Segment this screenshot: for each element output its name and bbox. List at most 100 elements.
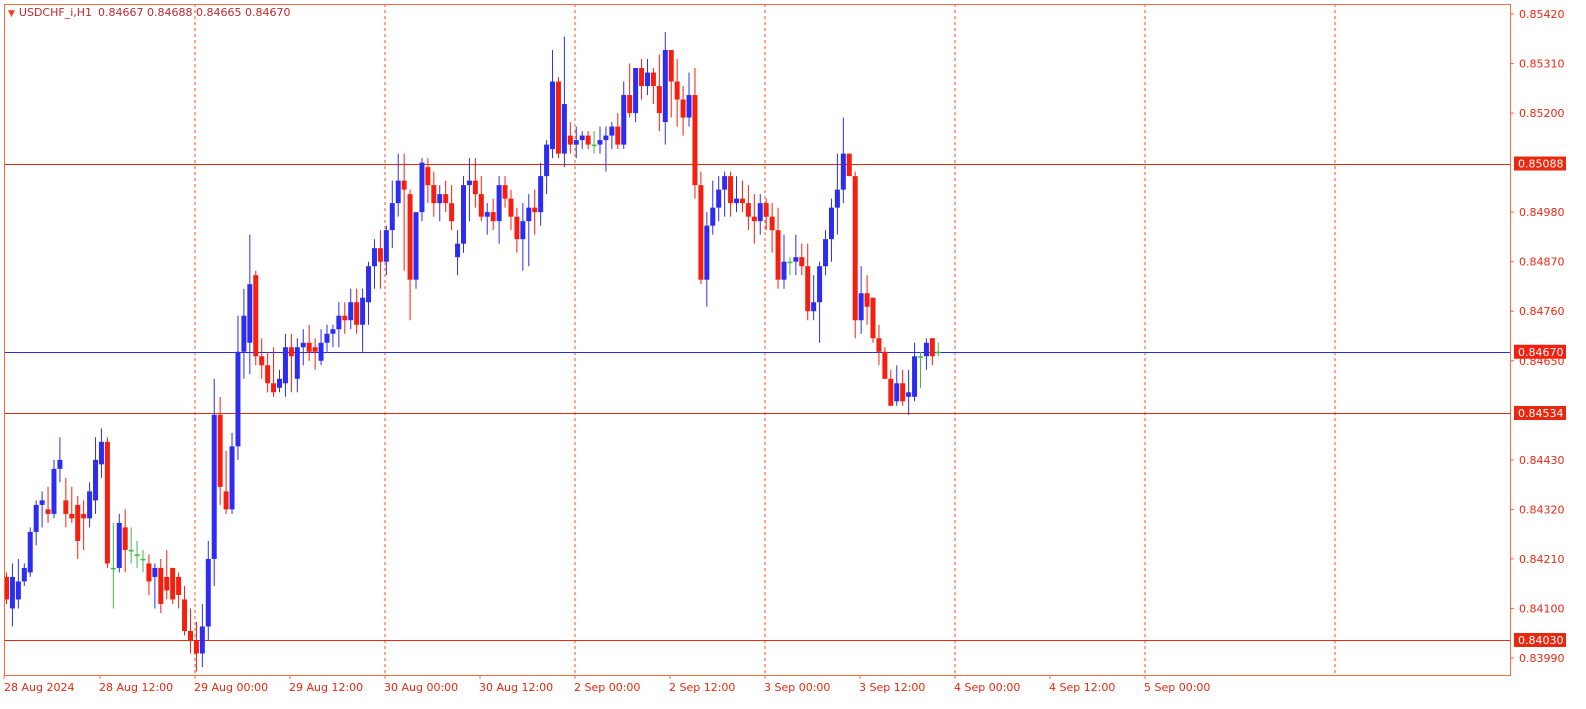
candle-body [520,221,526,240]
candle-body [205,558,211,627]
candle-body [633,68,639,114]
candle-body [146,563,152,582]
candle-body [793,257,799,262]
candle-body [834,189,840,208]
candle-body [98,441,104,465]
candle-body [864,293,870,307]
candle-body [282,347,288,384]
dropdown-triangle-icon[interactable]: ▼ [8,9,15,19]
candle-body [769,216,775,231]
time-tick-label: 29 Aug 12:00 [289,681,363,694]
candle-body [722,176,728,190]
candle-body [888,378,894,406]
candle-body [271,383,277,393]
candle-body [668,50,674,82]
candle-body [128,549,134,552]
candle-body [502,185,508,199]
candle-body [828,207,834,240]
candle-body [259,356,265,366]
candle-body [57,459,63,469]
candle-body [929,338,935,357]
candle-body [437,194,443,204]
candle-body [579,135,585,141]
candle-body [425,167,431,186]
time-tick-label: 5 Sep 00:00 [1144,681,1210,694]
candle-body [122,527,128,550]
candle-body [573,140,579,145]
candle-body [775,230,781,280]
candle-body [288,347,294,357]
candle-body [134,554,140,556]
level-price-label: 0.85088 [1518,158,1564,171]
candle-body [656,86,662,114]
price-tick-label: 0.83990 [1519,652,1565,665]
time-tick-label: 4 Sep 12:00 [1049,681,1115,694]
candle-body [449,203,455,222]
candle-body [265,365,271,384]
candle [419,158,425,222]
candle-body [787,261,793,264]
candle-body [555,81,561,154]
candle-body [75,504,81,541]
candle-body [567,135,573,145]
price-tick-label: 0.85420 [1519,8,1565,21]
candle-body [710,207,716,226]
candle-body [366,266,372,303]
time-tick-label: 3 Sep 00:00 [764,681,830,694]
candle-body [644,72,650,87]
candle-body [81,513,87,519]
candle [170,567,176,604]
candle-body [585,135,591,145]
candle-body [235,351,241,447]
candle [27,527,33,577]
price-tick-label: 0.85200 [1519,107,1565,120]
candle-body [455,243,461,258]
candle-body [550,81,556,150]
candle-body [63,500,69,514]
candle-body [217,414,223,487]
candle-body [187,630,193,640]
candle-body [371,248,377,267]
candle-body [591,144,597,147]
candle-body [734,198,740,204]
candle-body [751,216,757,222]
candle-body [330,329,336,334]
candle-body [823,239,829,267]
candle-body [526,207,532,222]
candle-body [116,522,122,568]
price-chart[interactable]: 0.85420 0.85310 0.85200 0.84980 0.84870 0.847… [0,0,1586,709]
candle-body [182,599,188,631]
time-tick-label: 30 Aug 12:00 [479,681,553,694]
candle-body [799,257,805,267]
level-price-label: 0.84670 [1518,346,1564,359]
candle-body [597,140,603,145]
candle-body [389,203,395,231]
candle-body [324,333,330,343]
candle-body [33,504,39,532]
candle-body [906,392,912,397]
candle-body [152,567,158,577]
candle-body [360,297,366,325]
candle-body [621,95,627,145]
candle-body [383,230,389,262]
candle-body [650,72,656,87]
price-tick-label: 0.84430 [1519,454,1565,467]
time-tick-label: 3 Sep 12:00 [859,681,925,694]
price-tick-label: 0.84210 [1519,553,1565,566]
candle-body [93,459,99,501]
candle-body [870,297,876,339]
price-tick-label: 0.84320 [1519,503,1565,516]
candle [698,171,704,285]
candle-body [348,302,354,321]
candle-body [538,176,544,213]
candle-body [639,68,645,87]
candle-body [894,383,900,402]
time-tick-label: 30 Aug 00:00 [384,681,458,694]
candle [882,347,888,379]
candle-body [354,302,360,325]
candle-body [514,216,520,240]
candle-body [858,293,864,321]
time-tick-label: 4 Sep 00:00 [954,681,1020,694]
time-tick-label: 28 Aug 12:00 [99,681,173,694]
candle-body [69,513,75,519]
